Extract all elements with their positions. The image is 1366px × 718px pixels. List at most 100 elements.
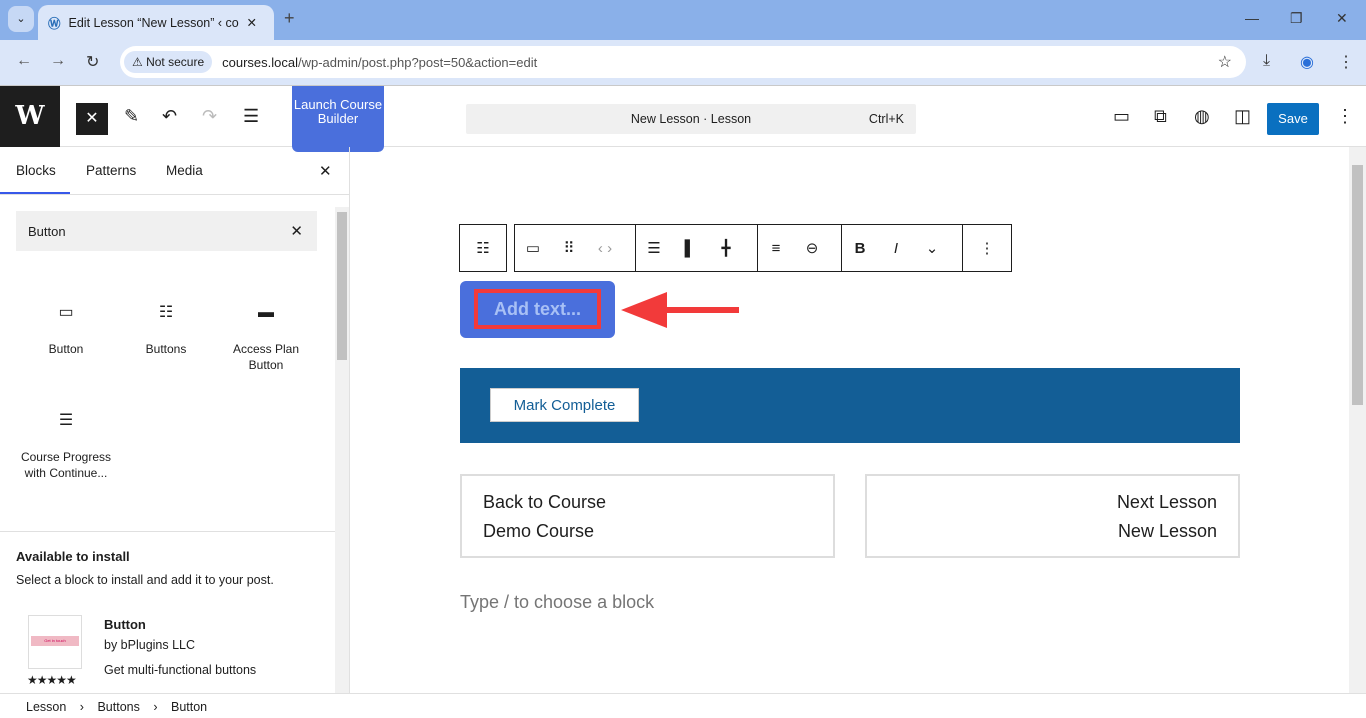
download-icon[interactable]: ⤓ xyxy=(1263,52,1270,70)
clear-search-icon[interactable]: ✕ xyxy=(290,222,303,240)
bookmark-star-icon[interactable]: ☆ xyxy=(1218,52,1232,72)
plugin-description: Get multi-functional buttons xyxy=(104,663,257,677)
launch-course-builder-button[interactable]: Launch Course Builder xyxy=(292,86,384,152)
divider xyxy=(0,194,349,195)
tab-title: Edit Lesson “New Lesson” ‹ courses xyxy=(68,15,239,30)
more-format-chevron-icon[interactable]: ⌄ xyxy=(914,239,950,257)
breadcrumb-buttons[interactable]: Buttons xyxy=(97,700,139,714)
block-search-input[interactable]: Button ✕ xyxy=(16,211,317,251)
button-block[interactable]: Add text... xyxy=(460,281,615,338)
options-icon[interactable]: ⋮ xyxy=(1336,106,1354,127)
block-item-access-plan-button[interactable]: ▬ Access Plan Button xyxy=(216,305,316,373)
block-group: ▭ ⠿ ‹ › xyxy=(514,224,636,272)
parent-block-button[interactable]: ☷ xyxy=(459,224,507,272)
button-icon[interactable]: ▭ xyxy=(515,239,551,257)
vertical-align-icon[interactable]: ╋ xyxy=(708,239,744,257)
forward-icon[interactable]: → xyxy=(50,52,66,70)
tab-patterns[interactable]: Patterns xyxy=(86,163,136,178)
drag-handle-icon[interactable]: ⠿ xyxy=(551,239,587,257)
url-host: courses.local xyxy=(222,54,298,70)
plugin-rating: ★★★★★ xyxy=(27,673,77,687)
profile-icon[interactable]: ◉ xyxy=(1300,52,1314,72)
block-options-icon[interactable]: ⋮ xyxy=(969,239,1005,257)
mark-complete-button[interactable]: Mark Complete xyxy=(490,388,639,422)
text-align-icon[interactable]: ≡ xyxy=(758,240,794,257)
back-course: Demo Course xyxy=(483,521,595,541)
scrollbar-thumb[interactable] xyxy=(1352,165,1363,405)
url-input[interactable]: ⚠ Not secure courses.local/wp-admin/post… xyxy=(120,46,1246,78)
buttons-icon: ☷ xyxy=(476,240,490,257)
mark-complete-block: Mark Complete xyxy=(460,368,1240,443)
tab-media[interactable]: Media xyxy=(166,163,203,178)
editor-toolbar: W ✕ ✎ ↶ ↷ ☰ Launch Course Builder New Le… xyxy=(0,86,1366,152)
minimize-button[interactable]: — xyxy=(1245,10,1259,26)
justify-icon[interactable]: ☰ xyxy=(636,239,672,257)
menu-icon[interactable]: ⋮ xyxy=(1338,52,1354,72)
access-plan-icon: ▬ xyxy=(258,304,274,321)
button-icon: ▭ xyxy=(58,304,74,321)
back-icon[interactable]: ← xyxy=(16,52,32,70)
breadcrumb-button[interactable]: Button xyxy=(171,700,207,714)
available-title: Available to install xyxy=(16,549,130,564)
scrollbar-thumb[interactable] xyxy=(337,212,347,360)
breadcrumb: Lesson › Buttons › Button xyxy=(0,693,1366,718)
panel-scrollbar[interactable] xyxy=(335,207,349,693)
thumb-text: Get in touch xyxy=(31,636,79,646)
save-button[interactable]: Save xyxy=(1267,103,1319,135)
undo-icon[interactable]: ↶ xyxy=(162,106,177,127)
block-inserter-panel: Blocks Patterns Media ✕ Button ✕ ▭ Button … xyxy=(0,147,350,693)
close-tab-icon[interactable]: ✕ xyxy=(247,15,257,30)
link-icon[interactable]: ⊖ xyxy=(794,239,830,257)
security-label: Not secure xyxy=(146,55,205,69)
document-overview-icon[interactable]: ☰ xyxy=(243,106,259,127)
url-path: /wp-admin/post.php?post=50&action=edit xyxy=(298,54,538,70)
canvas-scrollbar[interactable] xyxy=(1349,147,1366,693)
block-label: Course Progress with Continue... xyxy=(20,450,112,480)
command-shortcut: Ctrl+K xyxy=(868,112,904,126)
back-to-course-link[interactable]: Back to Course Demo Course xyxy=(460,474,835,558)
plugin-thumbnail[interactable]: Get in touch xyxy=(28,615,82,669)
pencil-tools-icon[interactable]: ✎ xyxy=(124,106,139,127)
block-appender[interactable]: Type / to choose a block xyxy=(460,592,654,613)
editor-canvas: ☷ ▭ ⠿ ‹ › ☰ ▌ ╋ ≡ ⊖ B I ⌄ ⋮ Add text... Mark Co… xyxy=(351,147,1366,693)
breadcrumb-lesson[interactable]: Lesson xyxy=(26,700,66,714)
block-item-button[interactable]: ▭ Button xyxy=(16,305,116,357)
italic-icon[interactable]: I xyxy=(878,240,914,257)
device-preview-icon[interactable]: ▭ xyxy=(1113,106,1130,127)
settings-sidebar-icon[interactable]: ◫ xyxy=(1234,106,1251,127)
block-item-buttons[interactable]: ☷ Buttons xyxy=(116,305,216,357)
button-text-placeholder[interactable]: Add text... xyxy=(474,289,601,329)
move-arrows-icon[interactable]: ‹ › xyxy=(587,240,623,257)
tab-blocks[interactable]: Blocks xyxy=(16,163,56,178)
new-tab-button[interactable]: + xyxy=(284,8,295,29)
close-inserter-button[interactable]: ✕ xyxy=(76,103,108,135)
address-bar-row: ← → ↻ ⚠ Not secure courses.local/wp-admi… xyxy=(0,40,1366,86)
tab-search-button[interactable]: ⌄ xyxy=(8,6,34,32)
restore-button[interactable]: ❐ xyxy=(1290,10,1303,27)
command-palette-button[interactable]: New Lesson · Lesson Ctrl+K xyxy=(466,104,916,134)
block-item-course-progress[interactable]: ☰ Course Progress with Continue... xyxy=(16,413,116,481)
next-label: Next Lesson xyxy=(1116,492,1217,512)
progress-icon: ☰ xyxy=(58,412,74,429)
chevron-right-icon: › xyxy=(153,700,158,714)
browser-tab[interactable]: Ⓦ Edit Lesson “New Lesson” ‹ courses ✕ xyxy=(38,5,274,40)
reload-icon[interactable]: ↻ xyxy=(86,52,99,72)
wordpress-logo-icon[interactable]: W xyxy=(0,86,60,147)
align-left-icon[interactable]: ▌ xyxy=(672,240,708,257)
block-label: Button xyxy=(48,342,84,356)
annotation-arrow-icon xyxy=(621,292,739,328)
block-toolbar: ☷ ▭ ⠿ ‹ › ☰ ▌ ╋ ≡ ⊖ B I ⌄ ⋮ xyxy=(459,224,1012,272)
view-post-icon[interactable]: ⧉ xyxy=(1154,106,1167,127)
next-lesson: New Lesson xyxy=(1117,521,1217,541)
block-label: Buttons xyxy=(145,342,187,356)
redo-icon[interactable]: ↷ xyxy=(202,106,217,127)
back-label: Back to Course xyxy=(483,492,607,512)
plugin-name[interactable]: Button xyxy=(104,617,146,632)
publish-globe-icon[interactable]: ◍ xyxy=(1194,106,1210,127)
block-label: Access Plan Button xyxy=(232,342,300,372)
close-panel-icon[interactable]: ✕ xyxy=(319,162,332,180)
close-window-button[interactable]: ✕ xyxy=(1336,10,1348,27)
security-chip[interactable]: ⚠ Not secure xyxy=(124,51,213,73)
next-lesson-link[interactable]: Next Lesson New Lesson xyxy=(865,474,1240,558)
bold-icon[interactable]: B xyxy=(842,240,878,257)
